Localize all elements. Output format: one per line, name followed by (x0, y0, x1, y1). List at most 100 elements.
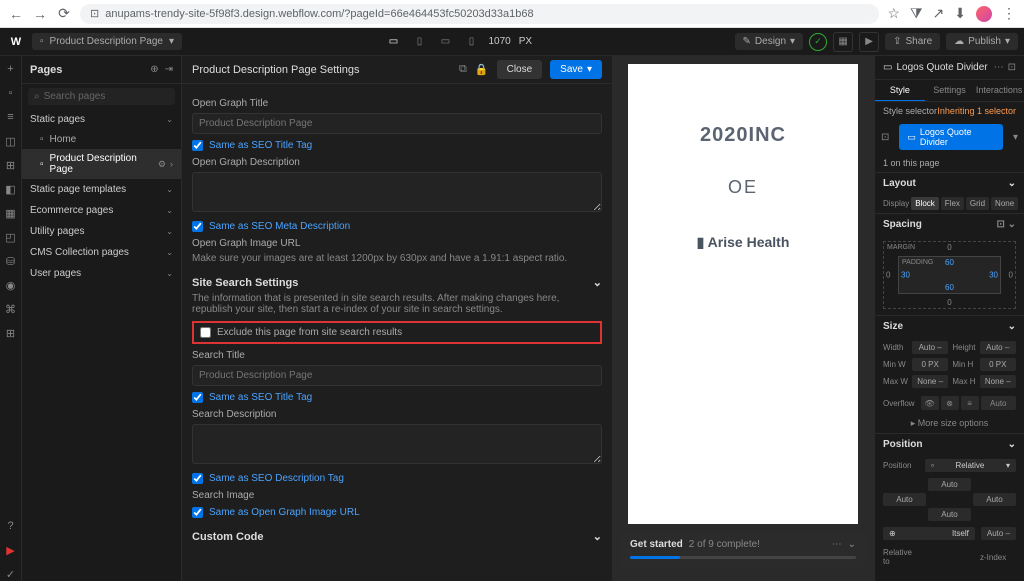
profile-avatar[interactable] (976, 6, 992, 22)
pos-right[interactable]: Auto (973, 493, 1016, 506)
search-desc-input[interactable] (192, 424, 602, 464)
page-item-product-description[interactable]: ▫ Product Description Page ⚙› (22, 149, 181, 179)
forward-button[interactable]: → (32, 6, 48, 22)
page-selector[interactable]: ▫ Product Description Page ▾ (32, 33, 182, 50)
users-icon[interactable]: ◉ (4, 278, 18, 292)
collapse-icon[interactable]: ⇥ (165, 64, 173, 75)
cms-icon[interactable]: ◰ (4, 230, 18, 244)
tab-settings[interactable]: Settings (925, 80, 975, 101)
display-block[interactable]: Block (911, 197, 939, 210)
design-mode-button[interactable]: ✎ Design ▾ (735, 33, 804, 50)
canvas-width[interactable]: 1070 (488, 36, 510, 47)
size-section[interactable]: Size⌄ (875, 316, 1024, 337)
breakpoint-landscape[interactable]: ▭ (436, 33, 454, 51)
share-button[interactable]: ⇪ Share (885, 33, 940, 50)
static-pages-section[interactable]: Static pages⌄ (22, 109, 181, 130)
zindex-input[interactable]: Auto – (981, 527, 1016, 540)
ecommerce-section[interactable]: Ecommerce pages⌄ (22, 200, 181, 221)
design-canvas[interactable]: 2020INC OE ▮ Arise Health Get started 2 … (612, 56, 874, 581)
relative-to-select[interactable]: ⊕ Itself (883, 527, 975, 540)
tab-style[interactable]: Style (875, 80, 925, 101)
menu-icon[interactable]: ⋮ (1002, 5, 1016, 22)
download-icon[interactable]: ⬇ (954, 5, 966, 22)
gs-collapse-icon[interactable]: ⌄ (848, 539, 856, 550)
add-element-icon[interactable]: + (4, 62, 18, 76)
og-desc-input[interactable] (192, 172, 602, 212)
exclude-checkbox[interactable]: Exclude this page from site search resul… (200, 327, 594, 338)
pos-left[interactable]: Auto (883, 493, 926, 506)
same-seo-title2-checkbox[interactable]: Same as SEO Title Tag (192, 392, 602, 403)
new-tab-icon[interactable]: ↗ (933, 5, 945, 22)
back-button[interactable]: ← (8, 6, 24, 22)
utility-section[interactable]: Utility pages⌄ (22, 221, 181, 242)
gs-menu-icon[interactable]: ⋯ (832, 539, 842, 550)
spacing-control[interactable]: MARGIN 0 0 0 0 PADDING 60 60 30 30 (883, 241, 1016, 309)
user-section[interactable]: User pages⌄ (22, 263, 181, 284)
layout-section[interactable]: Layout⌄ (875, 173, 1024, 194)
page-item-home[interactable]: ▫ Home (22, 130, 181, 149)
audit-rail-icon[interactable]: ✓ (4, 567, 18, 581)
position-select[interactable]: ▫ Relative ▾ (925, 459, 1016, 472)
navigator-icon[interactable]: ≡ (4, 110, 18, 124)
help-icon[interactable]: ? (4, 519, 18, 533)
custom-code-header[interactable]: Custom Code⌄ (192, 530, 602, 543)
minh-input[interactable]: 0 PX (980, 358, 1017, 371)
reload-button[interactable]: ⟳ (56, 6, 72, 22)
tab-interactions[interactable]: Interactions (974, 80, 1024, 101)
same-seo-meta-checkbox[interactable]: Same as SEO Meta Description (192, 221, 602, 232)
pos-top[interactable]: Auto (928, 478, 971, 491)
styles-icon[interactable]: ◧ (4, 182, 18, 196)
display-none[interactable]: None (991, 197, 1018, 210)
same-og-image-checkbox[interactable]: Same as Open Graph Image URL (192, 507, 602, 518)
pos-bottom[interactable]: Auto (928, 508, 971, 521)
canvas-page[interactable]: 2020INC OE ▮ Arise Health (628, 64, 858, 524)
display-flex[interactable]: Flex (941, 197, 964, 210)
publish-button[interactable]: ☁ Publish ▾ (946, 33, 1018, 50)
star-icon[interactable]: ☆ (887, 5, 900, 22)
display-grid[interactable]: Grid (966, 197, 989, 210)
states-icon[interactable]: ⊡ (881, 132, 889, 143)
get-started-panel[interactable]: Get started 2 of 9 complete! ⋯ ⌄ (620, 531, 866, 567)
apps-icon[interactable]: ⊞ (4, 326, 18, 340)
settings-icon[interactable]: ⚙ (158, 159, 166, 170)
maxh-input[interactable]: None – (980, 375, 1017, 388)
same-seo-desc-checkbox[interactable]: Same as SEO Description Tag (192, 473, 602, 484)
more-size-options[interactable]: ▸ More size options (875, 414, 1024, 433)
audit-button[interactable]: ✓ (809, 33, 827, 51)
comments-button[interactable]: ▦ (833, 32, 853, 52)
search-title-input[interactable] (192, 365, 602, 386)
same-seo-title-checkbox[interactable]: Same as SEO Title Tag (192, 140, 602, 151)
overflow-auto[interactable]: Auto (981, 396, 1016, 410)
state-dropdown-icon[interactable]: ▾ (1013, 132, 1018, 143)
element-menu-icon[interactable]: ⋯ (994, 62, 1004, 73)
og-title-input[interactable] (192, 113, 602, 134)
copy-icon[interactable]: ⧉ (459, 63, 467, 76)
selected-element[interactable]: ▭ Logos Quote Divider ⋯ ⊡ (875, 56, 1024, 80)
breakpoint-mobile[interactable]: ▯ (462, 33, 480, 51)
lock-icon[interactable]: 🔒 (475, 63, 489, 76)
pages-icon[interactable]: ▫ (4, 86, 18, 100)
overflow-visible[interactable]: 👁 (921, 396, 939, 410)
components-icon[interactable]: ◫ (4, 134, 18, 148)
close-button[interactable]: Close (497, 60, 543, 79)
webflow-logo[interactable]: W (6, 32, 26, 52)
preview-button[interactable]: ▶ (859, 32, 879, 52)
position-section[interactable]: Position⌄ (875, 434, 1024, 455)
spacing-section[interactable]: Spacing⊡ ⌄ (875, 214, 1024, 235)
maxw-input[interactable]: None – (912, 375, 948, 388)
width-input[interactable]: Auto – (912, 341, 948, 354)
cms-section[interactable]: CMS Collection pages⌄ (22, 242, 181, 263)
save-button[interactable]: Save ▾ (550, 60, 602, 79)
element-expand-icon[interactable]: ⊡ (1008, 62, 1016, 73)
class-selector[interactable]: ▭Logos Quote Divider (899, 124, 1003, 150)
variables-icon[interactable]: ⊞ (4, 158, 18, 172)
site-search-header[interactable]: Site Search Settings⌄ (192, 276, 602, 289)
ecommerce-icon[interactable]: ⛁ (4, 254, 18, 268)
breakpoint-desktop[interactable]: ▭ (384, 33, 402, 51)
height-input[interactable]: Auto – (980, 341, 1017, 354)
breakpoint-tablet[interactable]: ▯ (410, 33, 428, 51)
static-templates-section[interactable]: Static page templates⌄ (22, 179, 181, 200)
url-bar[interactable]: ⊡ anupams-trendy-site-5f98f3.design.webf… (80, 4, 879, 24)
search-pages-input[interactable]: ⌕ Search pages (28, 88, 175, 105)
overflow-scroll[interactable]: ≡ (961, 396, 979, 410)
